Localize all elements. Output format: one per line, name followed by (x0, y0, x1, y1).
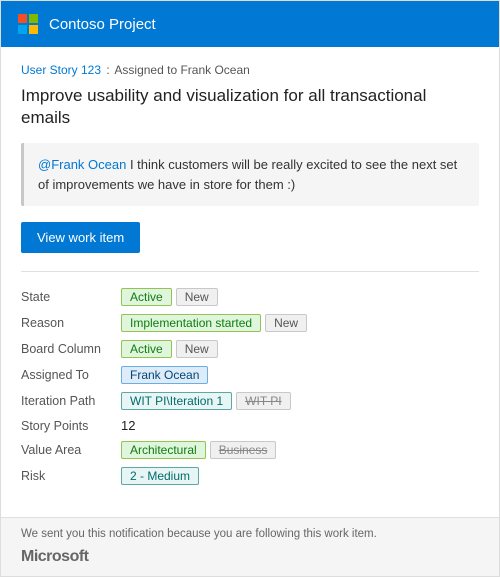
field-tag: Active (121, 288, 172, 306)
field-tag: WIT PI\Iteration 1 (121, 392, 232, 410)
table-row: ReasonImplementation startedNew (21, 310, 479, 336)
field-label: Assigned To (21, 362, 121, 388)
user-story-link[interactable]: User Story 123 (21, 63, 101, 77)
table-row: Assigned ToFrank Ocean (21, 362, 479, 388)
comment-text: @Frank Ocean I think customers will be r… (38, 157, 457, 192)
field-tag: New (265, 314, 307, 332)
table-row: Board ColumnActiveNew (21, 336, 479, 362)
field-tag: Architectural (121, 441, 206, 459)
field-label: Risk (21, 463, 121, 489)
table-row: Risk2 - Medium (21, 463, 479, 489)
footer-note: We sent you this notification because yo… (21, 528, 479, 540)
field-value: ActiveNew (121, 336, 479, 362)
header: Contoso Project (1, 1, 499, 47)
footer-brand: Microsoft (21, 548, 479, 566)
field-label: Reason (21, 310, 121, 336)
field-label: State (21, 284, 121, 310)
field-plain-value: 12 (121, 418, 135, 433)
footer: We sent you this notification because yo… (1, 517, 499, 576)
comment-box: @Frank Ocean I think customers will be r… (21, 143, 479, 206)
breadcrumb-suffix: Assigned to Frank Ocean (114, 63, 249, 77)
table-row: Iteration PathWIT PI\Iteration 1WIT PI (21, 388, 479, 414)
field-value: Implementation startedNew (121, 310, 479, 336)
field-value: Frank Ocean (121, 362, 479, 388)
field-label: Value Area (21, 437, 121, 463)
field-tag: Business (210, 441, 277, 459)
table-row: StateActiveNew (21, 284, 479, 310)
table-row: Value AreaArchitecturalBusiness (21, 437, 479, 463)
field-tag: Active (121, 340, 172, 358)
field-label: Iteration Path (21, 388, 121, 414)
field-label: Story Points (21, 414, 121, 437)
fields-table: StateActiveNewReasonImplementation start… (21, 284, 479, 489)
content-area: User Story 123 : Assigned to Frank Ocean… (1, 47, 499, 505)
view-work-item-button[interactable]: View work item (21, 222, 140, 253)
field-tag: 2 - Medium (121, 467, 199, 485)
field-tag: WIT PI (236, 392, 290, 410)
field-tag: New (176, 340, 218, 358)
field-label: Board Column (21, 336, 121, 362)
breadcrumb-separator: : (106, 63, 109, 77)
divider (21, 271, 479, 272)
comment-mention[interactable]: @Frank Ocean (38, 157, 126, 172)
main-title: Improve usability and visualization for … (21, 85, 479, 129)
field-value: WIT PI\Iteration 1WIT PI (121, 388, 479, 414)
field-tag: Frank Ocean (121, 366, 208, 384)
field-value: ArchitecturalBusiness (121, 437, 479, 463)
ms-logo-icon (17, 13, 39, 35)
header-title: Contoso Project (49, 16, 156, 33)
field-value: 2 - Medium (121, 463, 479, 489)
breadcrumb: User Story 123 : Assigned to Frank Ocean (21, 63, 479, 77)
field-value: ActiveNew (121, 284, 479, 310)
table-row: Story Points12 (21, 414, 479, 437)
field-tag: New (176, 288, 218, 306)
field-value: 12 (121, 414, 479, 437)
email-card: Contoso Project User Story 123 : Assigne… (0, 0, 500, 577)
field-tag: Implementation started (121, 314, 261, 332)
